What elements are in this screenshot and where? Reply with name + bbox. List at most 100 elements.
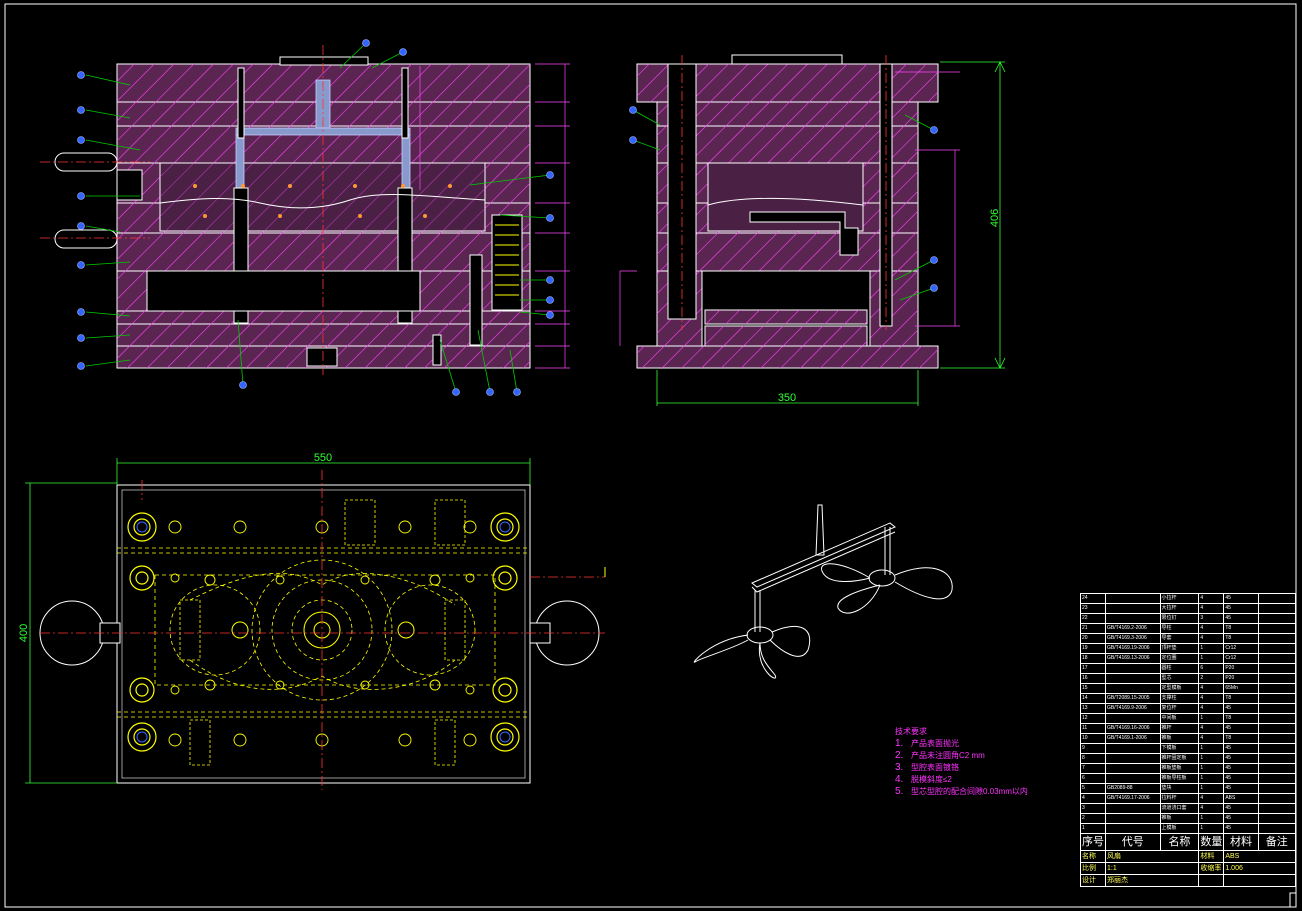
front-section-view <box>40 39 570 396</box>
bom-cell: ABS <box>1223 793 1259 804</box>
bom-cell: Cr12 <box>1223 643 1259 654</box>
bom-row: 16 型芯 2 P20 <box>1080 673 1297 684</box>
bom-cell: 10 <box>1080 733 1106 744</box>
bom-cell: 支撑柱 <box>1159 693 1200 704</box>
bom-cell: 8 <box>1080 753 1106 764</box>
title-block-cell: 收缩率 <box>1198 862 1225 875</box>
bom-cell <box>1257 813 1297 824</box>
note-item: 1. 产品表面抛光 <box>895 738 959 749</box>
bom-row: 4 GB/T4169.17-2006 拉料杆 4 ABS <box>1080 793 1297 804</box>
bom-cell <box>1257 713 1297 724</box>
bom-cell <box>1105 753 1161 764</box>
bom-cell: 18 <box>1080 653 1106 664</box>
bom-cell: 4 <box>1198 803 1225 814</box>
bom-cell <box>1257 683 1297 694</box>
bom-cell <box>1105 663 1161 674</box>
bom-cell: P20 <box>1223 673 1259 684</box>
bom-cell: 21 <box>1080 623 1106 634</box>
title-block-cell: 风扇 <box>1104 850 1200 863</box>
bom-cell: 中间板 <box>1159 713 1200 724</box>
bom-header-cell: 名称 <box>1159 833 1200 851</box>
bom-row: 11 GB/T4169.16-2006 推杆 4 45 <box>1080 723 1297 734</box>
bom-row: 19 GB/T4169.19-2006 顶杆垫 1 Cr12 <box>1080 643 1297 654</box>
bom-cell: 4 <box>1198 733 1225 744</box>
bom-row: 22 限位钉 3 45 <box>1080 613 1297 624</box>
bom-cell: 3 <box>1198 613 1225 624</box>
bom-row: 2 推板 1 45 <box>1080 813 1297 824</box>
bom-cell: 1 <box>1080 823 1106 834</box>
bom-row: 14 GB/T2089.15-2005 支撑柱 4 T8 <box>1080 693 1297 704</box>
bom-cell: 45 <box>1223 613 1259 624</box>
side-section-view: 406 350 <box>619 54 1006 406</box>
bom-cell: 24 <box>1080 593 1106 604</box>
bom-cell <box>1257 593 1297 604</box>
bom-cell <box>1257 803 1297 814</box>
bom-cell: T8 <box>1223 733 1259 744</box>
bom-cell: GB/T4169.13-2006 <box>1105 653 1161 664</box>
bom-cell: 11 <box>1080 723 1106 734</box>
dim-width-side: 350 <box>778 392 796 404</box>
title-block-row: 设计 郑丽杰 <box>1080 874 1296 887</box>
title-block-cell: ABS <box>1223 850 1296 863</box>
note-item: 3. 型腔表面镀铬 <box>895 762 959 773</box>
bom-cell: 1 <box>1198 783 1225 794</box>
bom-cell <box>1105 773 1161 784</box>
bom-row: 23 大拉杆 4 45 <box>1080 603 1297 614</box>
bom-row: 18 GB/T4169.13-2006 定位圈 1 Cr12 <box>1080 653 1297 664</box>
bom-cell <box>1105 613 1161 624</box>
technical-notes: 技术要求 1. 产品表面抛光 2. 产品未注圆角C2 mm 3. 型腔表面镀铬 4. 脱… <box>895 726 1028 798</box>
title-block-cell: 材料 <box>1198 850 1225 863</box>
bom-cell: 15 <box>1080 683 1106 694</box>
bom-row: 17 圆柱 6 P20 <box>1080 663 1297 674</box>
bom-cell: 4 <box>1198 633 1225 644</box>
bom-cell <box>1257 603 1297 614</box>
bom-row: 15 定型模板 4 65Mn <box>1080 683 1297 694</box>
bom-cell: 7 <box>1080 763 1106 774</box>
bom-row: 7 推板垫板 1 45 <box>1080 763 1297 774</box>
bom-cell: 6 <box>1080 773 1106 784</box>
bom-header-row: 序号 代号 名称 数量 材料 备注 <box>1080 833 1297 851</box>
bom-cell <box>1257 693 1297 704</box>
bom-cell: 定型模板 <box>1159 683 1200 694</box>
bom-cell <box>1105 803 1161 814</box>
bom-cell <box>1257 783 1297 794</box>
bom-cell <box>1257 763 1297 774</box>
bom-cell: 1 <box>1198 763 1225 774</box>
bom-cell: GB/T4169.3-2006 <box>1105 633 1161 644</box>
bom-cell: GB/T4169.19-2006 <box>1105 643 1161 654</box>
bom-cell: T8 <box>1223 633 1259 644</box>
bom-cell <box>1105 823 1161 834</box>
note-item: 4. 脱模斜度≤2 <box>895 774 952 785</box>
bom-cell: 推板导柱板 <box>1159 773 1200 784</box>
bom-cell: 4 <box>1198 793 1225 804</box>
bom-cell: 16 <box>1080 673 1106 684</box>
title-block-cell <box>1223 874 1296 887</box>
title-block-cell: 1.006 <box>1223 862 1296 875</box>
bom-cell: 圆柱 <box>1159 663 1200 674</box>
notes-heading: 技术要求 <box>895 727 927 736</box>
bom-cell: 推板 <box>1159 733 1200 744</box>
bom-cell: 导柱 <box>1159 623 1200 634</box>
title-block-row: 名称 风扇 材料 ABS <box>1080 850 1296 863</box>
bom-cell: 定位圈 <box>1159 653 1200 664</box>
title-block-cell: 1:1 <box>1104 862 1200 875</box>
bom-cell: 17 <box>1080 663 1106 674</box>
bom-cell: 4 <box>1198 723 1225 734</box>
title-block-cell: 比例 <box>1080 862 1106 875</box>
bom-cell: 1 <box>1198 773 1225 784</box>
bom-cell: 45 <box>1223 783 1259 794</box>
bom-cell <box>1257 703 1297 714</box>
bom-row: 20 GB/T4169.3-2006 导套 4 T8 <box>1080 633 1297 644</box>
bom-cell: 4 <box>1080 793 1106 804</box>
bom-cell: 推板 <box>1159 813 1200 824</box>
bom-cell: 3 <box>1080 803 1106 814</box>
bom-cell <box>1257 723 1297 734</box>
bom-cell: 1 <box>1198 643 1225 654</box>
plan-view: 550 400 <box>18 452 606 790</box>
title-block-cell <box>1198 874 1225 887</box>
bom-cell <box>1105 743 1161 754</box>
bom-cell: 14 <box>1080 693 1106 704</box>
bom-row: 3 流道浇口套 4 45 <box>1080 803 1297 814</box>
bom-cell <box>1105 673 1161 684</box>
bom-cell: 45 <box>1223 773 1259 784</box>
